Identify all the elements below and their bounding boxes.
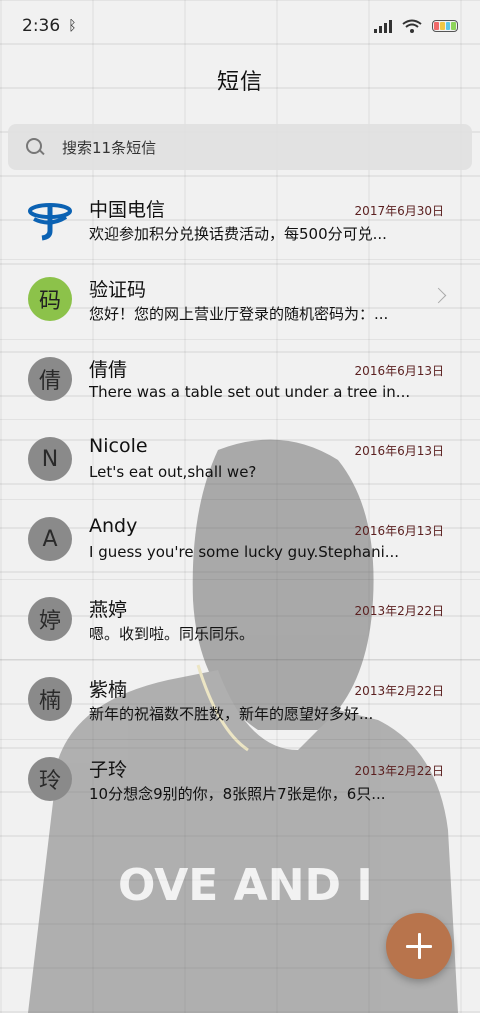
message-preview: There was a table set out under a tree i… — [89, 383, 411, 401]
avatar: 婷 — [28, 597, 72, 641]
contact-name: 倩倩 — [89, 359, 128, 381]
message-date: 2016年6月13日 — [354, 364, 444, 378]
battery-icon — [432, 20, 458, 32]
status-bar: 2:36 ᛒ — [0, 0, 480, 52]
message-date: 2017年6月30日 — [354, 204, 444, 218]
message-preview: 嗯。收到啦。同乐同乐。 — [89, 625, 255, 643]
avatar: 码 — [28, 277, 72, 321]
conversation-row[interactable]: N Nicole 2016年6月13日 Let's eat out,shall … — [0, 420, 480, 500]
wifi-icon — [402, 19, 422, 33]
avatar: A — [28, 517, 72, 561]
contact-name: 燕婷 — [89, 599, 128, 621]
message-preview: 欢迎参加积分兑换话费活动，每500分可兑... — [89, 225, 387, 243]
search-bar[interactable]: 搜索11条短信 — [8, 124, 472, 170]
conversation-row[interactable]: 中国电信 2017年6月30日 欢迎参加积分兑换话费活动，每500分可兑... — [0, 180, 480, 260]
status-time: 2:36 — [22, 16, 61, 36]
contact-name: 紫楠 — [89, 679, 128, 701]
message-preview: I guess you're some lucky guy.Stephani..… — [89, 543, 400, 561]
conversation-row[interactable]: 玲 子玲 2013年2月22日 10分想念9别的你，8张照片7张是你，6只... — [0, 740, 480, 820]
message-date: 2016年6月13日 — [354, 444, 444, 458]
message-preview: 您好！您的网上营业厅登录的随机密码为：... — [89, 305, 389, 323]
conversation-row[interactable]: 码 验证码 您好！您的网上营业厅登录的随机密码为：... — [0, 260, 480, 340]
contact-name: 子玲 — [89, 759, 128, 781]
page-title: 短信 — [216, 70, 263, 95]
avatar — [28, 197, 72, 241]
contact-name: Nicole — [89, 435, 148, 457]
bluetooth-icon: ᛒ — [68, 18, 77, 34]
conversation-row[interactable]: A Andy 2016年6月13日 I guess you're some lu… — [0, 500, 480, 580]
contact-name: 中国电信 — [89, 199, 166, 221]
avatar: 楠 — [28, 677, 72, 721]
chevron-right-icon — [430, 287, 447, 304]
message-date: 2013年2月22日 — [354, 684, 444, 698]
message-preview: 10分想念9别的你，8张照片7张是你，6只... — [89, 785, 386, 803]
search-icon — [26, 138, 44, 156]
conversation-row[interactable]: 婷 燕婷 2013年2月22日 嗯。收到啦。同乐同乐。 — [0, 580, 480, 660]
contact-name: 验证码 — [89, 279, 147, 301]
message-date: 2013年2月22日 — [354, 764, 444, 778]
svg-text:OVE AND I: OVE AND I — [118, 860, 373, 911]
message-preview: 新年的祝福数不胜数，新年的愿望好多好... — [89, 705, 374, 723]
conversation-list: 中国电信 2017年6月30日 欢迎参加积分兑换话费活动，每500分可兑... … — [0, 180, 480, 820]
avatar: 倩 — [28, 357, 72, 401]
conversation-row[interactable]: 楠 紫楠 2013年2月22日 新年的祝福数不胜数，新年的愿望好多好... — [0, 660, 480, 740]
new-message-button[interactable] — [386, 913, 452, 979]
signal-icon — [374, 19, 392, 33]
china-telecom-logo-icon — [28, 203, 72, 241]
message-preview: Let's eat out,shall we? — [89, 463, 257, 481]
avatar: 玲 — [28, 757, 72, 801]
message-date: 2016年6月13日 — [354, 524, 444, 538]
avatar: N — [28, 437, 72, 481]
conversation-row[interactable]: 倩 倩倩 2016年6月13日 There was a table set ou… — [0, 340, 480, 420]
search-input[interactable]: 搜索11条短信 — [62, 137, 156, 158]
message-date: 2013年2月22日 — [354, 604, 444, 618]
contact-name: Andy — [89, 515, 138, 537]
